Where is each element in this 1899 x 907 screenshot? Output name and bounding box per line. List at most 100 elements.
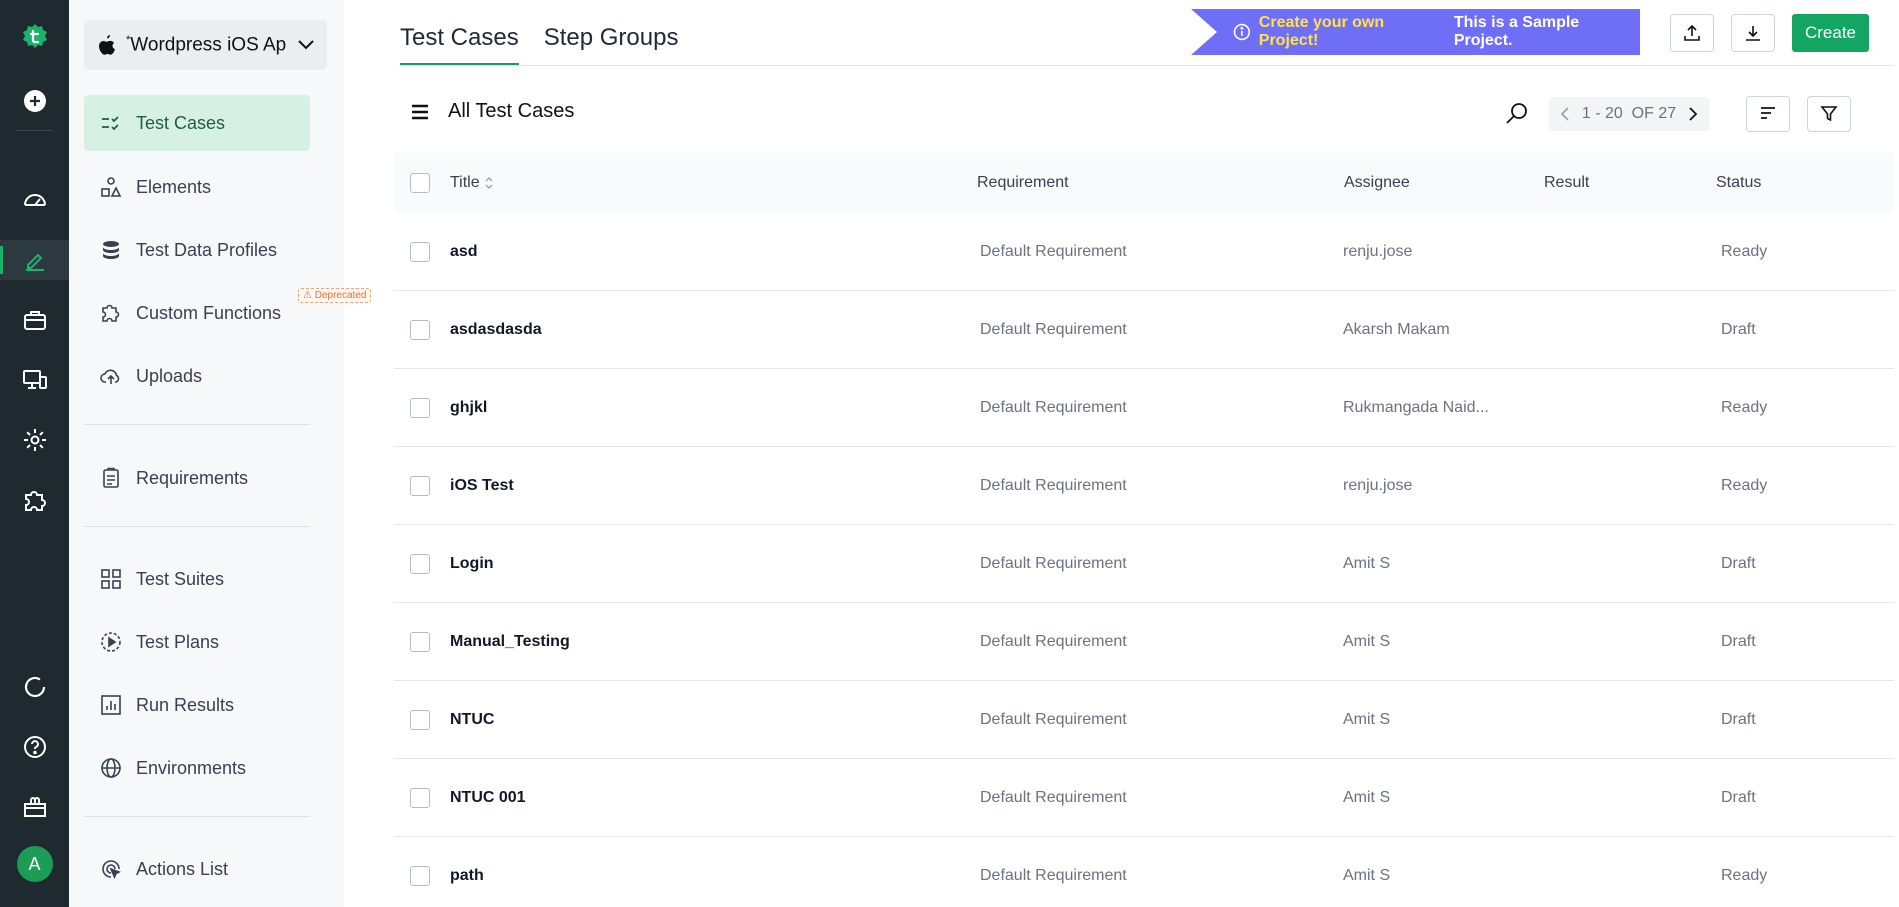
bar-chart-icon — [101, 695, 121, 715]
sidebar-item-requirements[interactable]: Requirements — [84, 450, 310, 506]
add-circle-icon[interactable] — [0, 81, 69, 121]
table-row[interactable]: Login Default Requirement Amit S Draft — [394, 525, 1894, 603]
sidebar-item-custom-functions[interactable]: Custom Functions — [84, 285, 310, 341]
row-checkbox[interactable] — [410, 710, 430, 730]
row-assignee: renju.jose — [1343, 477, 1413, 494]
row-title[interactable]: iOS Test — [450, 447, 514, 525]
puzzle-icon — [102, 304, 120, 322]
gear-icon[interactable] — [0, 420, 69, 460]
sort-toggle-icon — [485, 177, 493, 189]
row-checkbox[interactable] — [410, 866, 430, 886]
row-checkbox[interactable] — [410, 476, 430, 496]
sidebar-item-test-data-profiles[interactable]: Test Data Profiles — [84, 222, 310, 278]
column-status: Status — [1716, 174, 1762, 191]
dashboard-icon[interactable] — [0, 180, 69, 220]
row-title[interactable]: ghjkl — [450, 369, 487, 447]
sidebar-item-environments[interactable]: Environments — [84, 740, 310, 796]
project-selector[interactable]: *Wordpress iOS Ap... — [84, 20, 327, 70]
row-title[interactable]: path — [450, 837, 484, 907]
select-all-checkbox[interactable] — [410, 173, 430, 193]
table-row[interactable]: asdasdasda Default Requirement Akarsh Maka… — [394, 291, 1894, 369]
hamburger-menu-icon[interactable] — [410, 103, 430, 121]
row-status: Draft — [1721, 711, 1756, 728]
edit-icon[interactable] — [0, 240, 69, 280]
sidebar-item-actions-list[interactable]: Actions List — [84, 841, 310, 897]
row-assignee: Rukmangada Naid... — [1343, 399, 1489, 416]
sort-icon — [1761, 107, 1775, 119]
row-checkbox[interactable] — [410, 554, 430, 574]
column-requirement: Requirement — [977, 174, 1069, 191]
row-requirement: Default Requirement — [980, 633, 1127, 650]
table-row[interactable]: ghjkl Default Requirement Rukmangada Naid.… — [394, 369, 1894, 447]
devices-icon[interactable] — [0, 360, 69, 400]
testsigma-logo-icon[interactable] — [0, 16, 69, 56]
row-checkbox[interactable] — [410, 398, 430, 418]
row-title[interactable]: asd — [450, 213, 478, 291]
refresh-icon[interactable] — [0, 667, 69, 707]
sample-project-banner[interactable]: Create your own Project! This is a Sampl… — [1191, 9, 1640, 55]
table-row[interactable]: Manual_Testing Default Requirement Amit S D… — [394, 603, 1894, 681]
tab-test-cases[interactable]: Test Cases — [400, 0, 519, 66]
sidebar-item-test-plans[interactable]: Test Plans — [84, 614, 310, 670]
cloud-upload-icon — [100, 369, 120, 384]
search-icon[interactable] — [1503, 100, 1531, 128]
row-title[interactable]: asdasdasda — [450, 291, 542, 369]
gift-icon[interactable] — [0, 787, 69, 827]
sidebar-item-test-cases[interactable]: Test Cases — [84, 95, 310, 151]
table-row[interactable]: NTUC 001 Default Requirement Amit S Draft — [394, 759, 1894, 837]
chevron-left-icon[interactable] — [1559, 106, 1571, 122]
sidebar-item-test-suites[interactable]: Test Suites — [84, 551, 310, 607]
sidebar-item-label: Test Plans — [136, 631, 220, 652]
row-assignee: Amit S — [1343, 711, 1391, 728]
row-checkbox[interactable] — [410, 788, 430, 808]
row-title[interactable]: NTUC — [450, 681, 494, 759]
sidebar-item-elements[interactable]: Elements — [84, 159, 310, 215]
export-button[interactable] — [1731, 14, 1775, 52]
user-avatar[interactable]: A — [0, 844, 69, 884]
column-title[interactable]: Title — [450, 153, 494, 213]
row-checkbox[interactable] — [410, 242, 430, 262]
row-checkbox[interactable] — [410, 320, 430, 340]
row-title[interactable]: Manual_Testing — [450, 603, 570, 681]
elements-icon — [101, 177, 122, 197]
table-row[interactable]: NTUC Default Requirement Amit S Draft — [394, 681, 1894, 759]
filter-icon — [1820, 106, 1838, 122]
row-title[interactable]: Login — [450, 525, 494, 603]
sidebar-item-label: Actions List — [136, 858, 229, 879]
row-status: Ready — [1721, 399, 1768, 416]
download-icon — [1746, 26, 1760, 41]
project-name: *Wordpress iOS Ap... — [126, 33, 287, 56]
sort-button[interactable] — [1746, 96, 1790, 132]
globe-icon — [101, 758, 121, 778]
create-project-link[interactable]: Create your own Project! — [1259, 14, 1446, 50]
table-row[interactable]: iOS Test Default Requirement renju.jose Rea… — [394, 447, 1894, 525]
row-assignee: Amit S — [1343, 867, 1391, 884]
sidebar-item-label: Environments — [136, 757, 247, 778]
row-status: Ready — [1721, 477, 1768, 494]
sidebar-item-uploads[interactable]: Uploads — [84, 348, 310, 404]
import-button[interactable] — [1670, 14, 1714, 52]
chevron-down-icon — [298, 40, 314, 50]
tab-step-groups[interactable]: Step Groups — [544, 0, 679, 66]
clipboard-icon — [103, 467, 119, 488]
help-icon[interactable] — [0, 727, 69, 767]
tab-bar: Test Cases Step Groups — [400, 0, 678, 66]
filter-button[interactable] — [1807, 96, 1851, 132]
chevron-right-icon[interactable] — [1687, 106, 1699, 122]
row-status: Draft — [1721, 633, 1756, 650]
puzzle-icon[interactable] — [0, 480, 69, 520]
sidebar-item-label: Uploads — [136, 365, 203, 386]
sidebar-item-label: Custom Functions — [136, 302, 282, 323]
briefcase-icon[interactable] — [0, 300, 69, 340]
create-button[interactable]: Create — [1792, 14, 1869, 52]
row-requirement: Default Requirement — [980, 711, 1127, 728]
row-status: Ready — [1721, 867, 1768, 884]
side-navigation: *Wordpress iOS Ap... Test Cases Elements… — [69, 0, 372, 907]
row-title[interactable]: NTUC 001 — [450, 759, 526, 837]
sidebar-item-label: Requirements — [136, 467, 249, 488]
row-checkbox[interactable] — [410, 632, 430, 652]
column-assignee: Assignee — [1344, 174, 1410, 191]
table-row[interactable]: path Default Requirement Amit S Ready — [394, 837, 1894, 907]
sidebar-item-run-results[interactable]: Run Results — [84, 677, 310, 733]
table-row[interactable]: asd Default Requirement renju.jose Ready — [394, 213, 1894, 291]
